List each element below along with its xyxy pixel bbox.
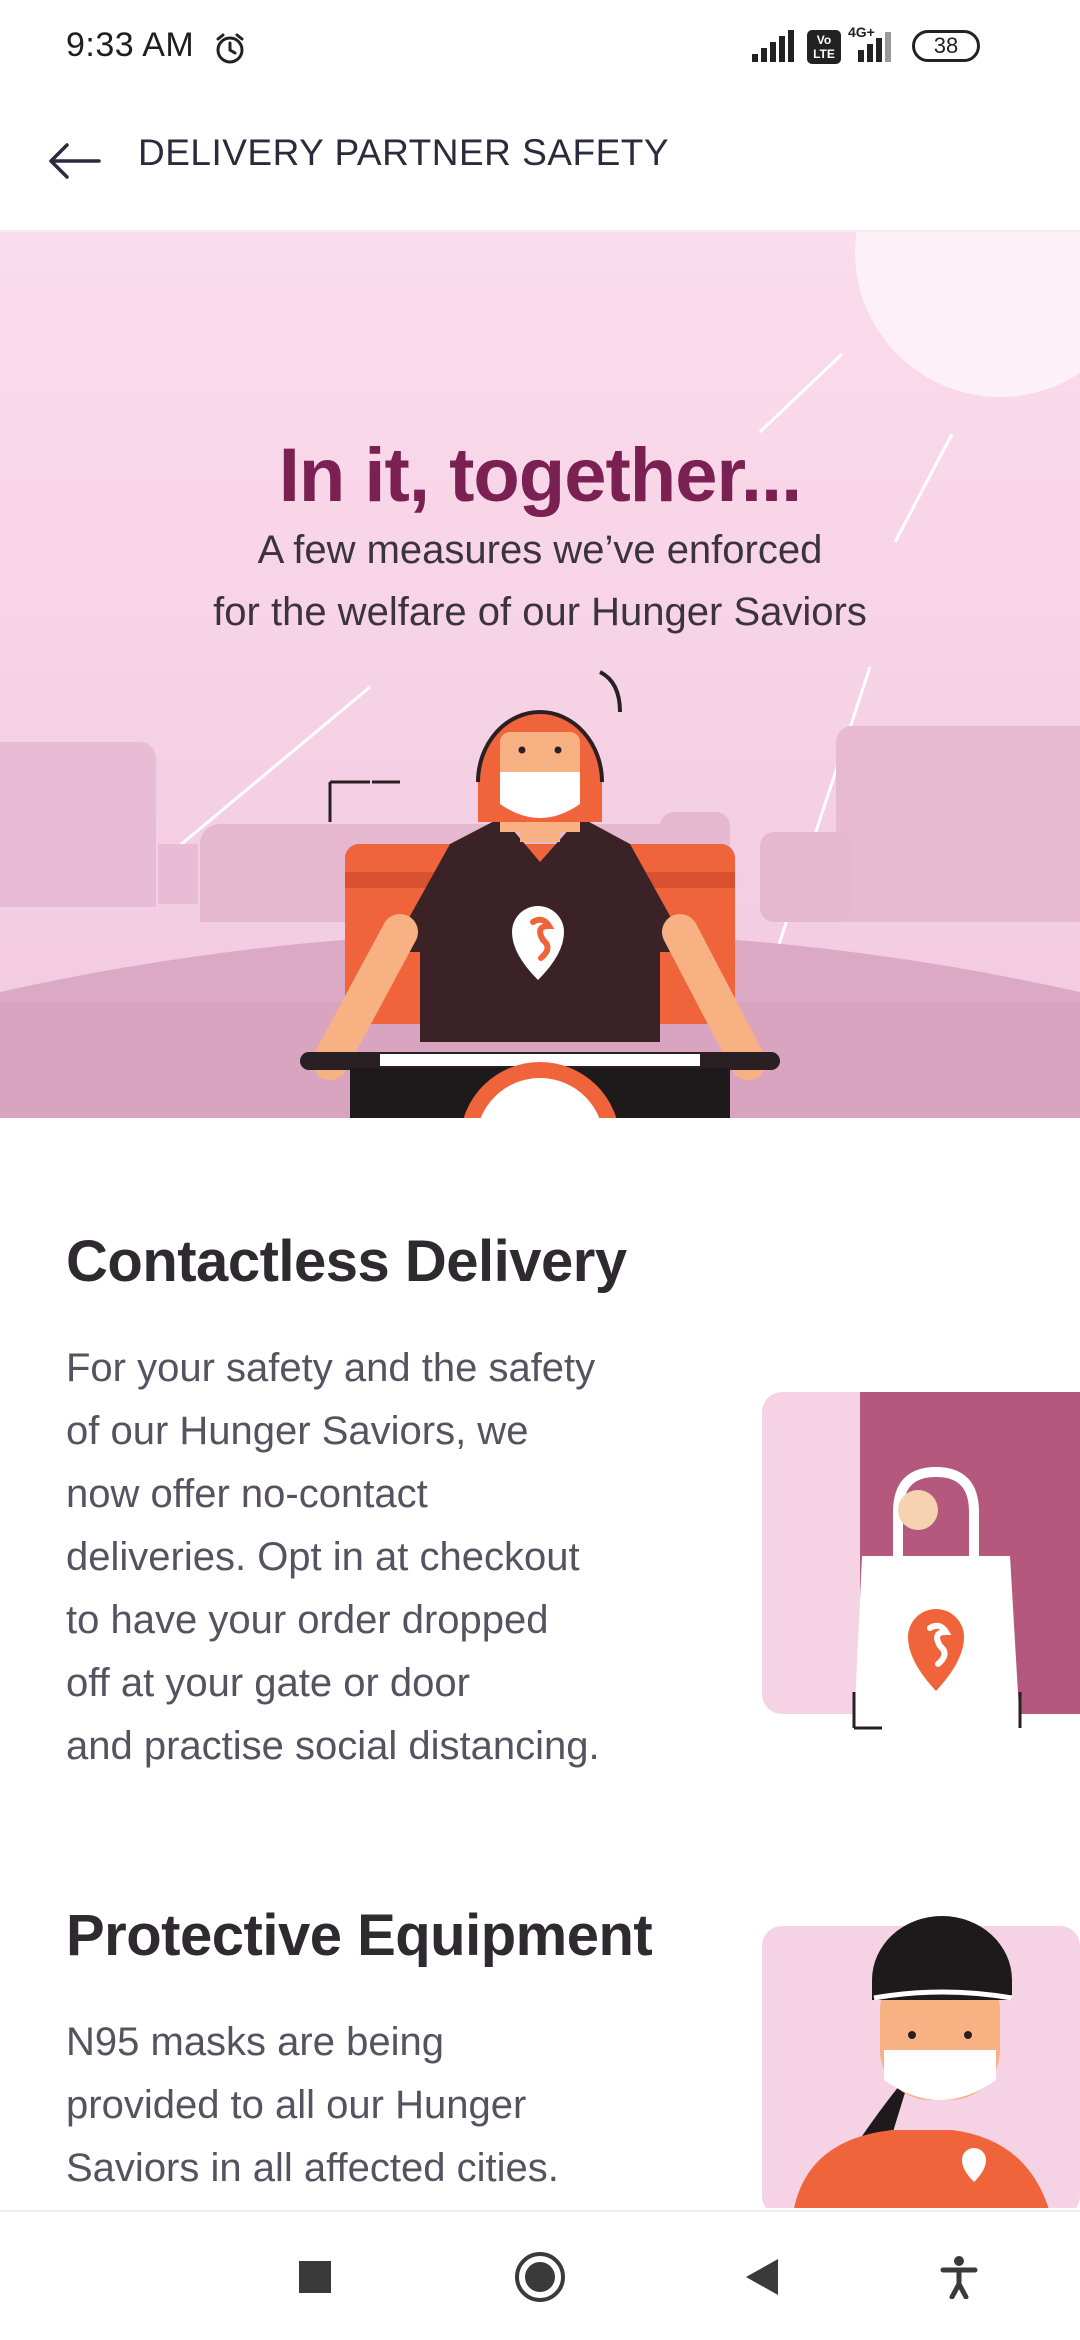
back-triangle-icon bbox=[746, 2259, 778, 2295]
alarm-clock-icon bbox=[216, 33, 244, 64]
body-line: to have your order dropped bbox=[66, 1598, 549, 1642]
body-line: provided to all our Hunger bbox=[66, 2083, 527, 2127]
home-button[interactable] bbox=[503, 2240, 577, 2314]
accessibility-button[interactable] bbox=[922, 2240, 996, 2314]
body-line: For your safety and the safety bbox=[66, 1346, 596, 1390]
page-title: DELIVERY PARTNER SAFETY bbox=[138, 132, 670, 173]
masked-rider-illustration bbox=[762, 1916, 1080, 2208]
signal-icon bbox=[752, 30, 794, 62]
square-icon bbox=[299, 2261, 331, 2293]
body-line: Saviors in all affected cities. bbox=[66, 2146, 559, 2190]
accessibility-icon bbox=[940, 2256, 978, 2299]
body-line: now offer no-contact bbox=[66, 1472, 428, 1516]
arrow-left-icon bbox=[49, 143, 101, 179]
body-line: N95 masks are being bbox=[66, 2020, 444, 2064]
recents-button[interactable] bbox=[278, 2240, 352, 2314]
hero-illustration bbox=[0, 232, 1080, 1118]
body-line: of our Hunger Saviors, we bbox=[66, 1409, 529, 1453]
volte-icon: Vo LTE bbox=[807, 30, 841, 64]
body-line: off at your gate or door bbox=[66, 1661, 470, 1705]
battery-icon: 38 bbox=[912, 30, 980, 62]
status-time: 9:33 AM bbox=[66, 26, 195, 64]
tote-bag-illustration bbox=[762, 1392, 1080, 1730]
hero-banner: In it, together... A few measures we’ve … bbox=[0, 232, 1080, 1118]
app-header: DELIVERY PARTNER SAFETY bbox=[0, 96, 1080, 232]
home-circle-icon bbox=[515, 2252, 565, 2302]
hero-title: In it, together... bbox=[278, 433, 802, 518]
system-nav-bar bbox=[0, 2210, 1080, 2340]
back-button[interactable] bbox=[40, 126, 110, 196]
signal-icon-2 bbox=[858, 32, 891, 62]
status-bar: 9:33 AM Vo LTE 4G+ 38 bbox=[0, 0, 1080, 96]
section-title-contactless-delivery: Contactless Delivery bbox=[66, 1229, 627, 1294]
hero-subtitle-line-1: A few measures we’ve enforced bbox=[257, 528, 823, 572]
body-line: and practise social distancing. bbox=[66, 1724, 600, 1768]
section-title-protective-equipment: Protective Equipment bbox=[66, 1903, 653, 1968]
hero-subtitle-line-2: for the welfare of our Hunger Saviors bbox=[213, 590, 867, 634]
battery-level: 38 bbox=[933, 33, 959, 58]
body-line: deliveries. Opt in at checkout bbox=[66, 1535, 580, 1579]
back-nav-button[interactable] bbox=[725, 2240, 799, 2314]
